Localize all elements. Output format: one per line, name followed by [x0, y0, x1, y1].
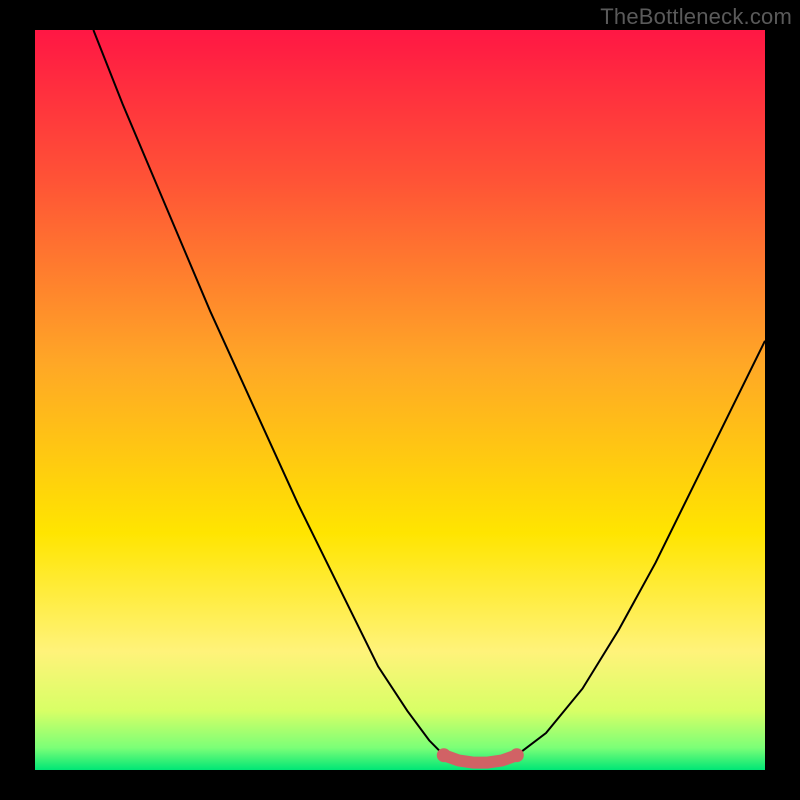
chart-svg: [35, 30, 765, 770]
watermark-text: TheBottleneck.com: [600, 4, 792, 30]
bottleneck-chart: [35, 30, 765, 770]
optimal-dot-left: [437, 748, 451, 762]
gradient-background: [35, 30, 765, 770]
optimal-dot-right: [510, 748, 524, 762]
